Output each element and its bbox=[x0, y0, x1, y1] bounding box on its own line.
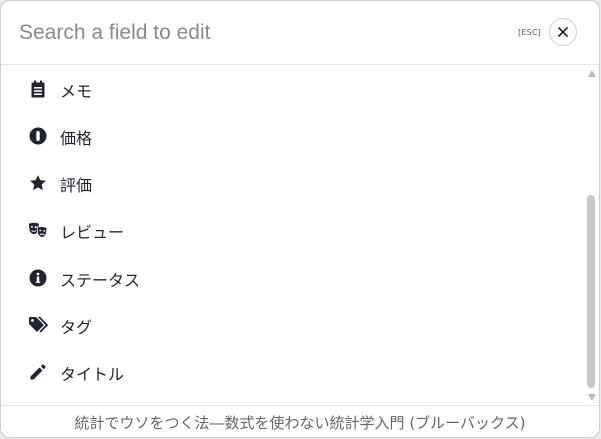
field-item-label: 価格 bbox=[60, 129, 93, 148]
field-item-title[interactable]: タイトル bbox=[1, 351, 584, 391]
field-item-label: レビュー bbox=[60, 223, 125, 242]
list-scrollbar[interactable] bbox=[585, 65, 599, 405]
field-item-review[interactable]: レビュー bbox=[1, 209, 584, 249]
field-list: メモ 価格 評価 レビュー ステータス タグ タイトル bbox=[1, 65, 584, 405]
field-item-status[interactable]: ステータス bbox=[1, 257, 584, 297]
info-icon bbox=[28, 268, 48, 288]
field-item-price[interactable]: 価格 bbox=[1, 115, 584, 155]
modal-footer: 統計でウソをつく法―数式を使わない統計学入門 (ブルーバックス) bbox=[1, 405, 599, 437]
price-icon bbox=[28, 126, 48, 146]
scroll-up-arrow[interactable] bbox=[588, 70, 596, 77]
field-item-label: ステータス bbox=[60, 271, 141, 290]
notepad-icon bbox=[28, 79, 48, 99]
theater-masks-icon bbox=[28, 220, 48, 240]
star-icon bbox=[28, 173, 48, 193]
field-item-label: 評価 bbox=[60, 176, 93, 195]
esc-hint: [ESC] bbox=[518, 28, 541, 37]
modal-header: [ESC] bbox=[1, 1, 599, 65]
field-item-tags[interactable]: タグ bbox=[1, 304, 584, 344]
close-button[interactable] bbox=[549, 18, 577, 46]
search-input[interactable] bbox=[19, 15, 489, 51]
field-item-label: タグ bbox=[60, 318, 93, 337]
scroll-thumb[interactable] bbox=[587, 195, 595, 388]
field-item-rating[interactable]: 評価 bbox=[1, 162, 584, 202]
scroll-down-arrow[interactable] bbox=[588, 394, 596, 401]
item-title-text: 統計でウソをつく法―数式を使わない統計学入門 (ブルーバックス) bbox=[74, 414, 526, 432]
field-picker-modal: [ESC] メモ bbox=[0, 0, 600, 438]
field-item-label: タイトル bbox=[60, 365, 125, 384]
field-item-memo[interactable]: メモ bbox=[1, 68, 584, 108]
pencil-icon bbox=[28, 362, 48, 382]
tags-icon bbox=[28, 315, 48, 335]
close-icon bbox=[558, 27, 568, 37]
field-item-label: メモ bbox=[60, 82, 93, 101]
